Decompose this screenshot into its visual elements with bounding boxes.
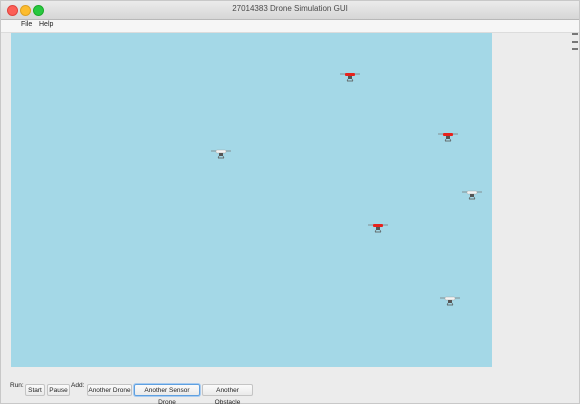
edge-mark (572, 48, 578, 50)
sensor-drone-icon (340, 73, 360, 82)
menu-file[interactable]: File (21, 21, 32, 28)
edge-mark (572, 33, 578, 35)
right-edge-handles (572, 21, 578, 61)
add-label: Add: (71, 382, 85, 389)
edge-mark (572, 41, 578, 43)
menu-bar: File Help (1, 20, 579, 33)
drone-icon (462, 190, 482, 200)
drone-arena-canvas[interactable] (11, 33, 492, 367)
drone-icon (211, 149, 231, 159)
another-obstacle-button[interactable]: Another Obstacle (202, 384, 253, 406)
title-bar: 27014383 Drone Simulation GUI (1, 1, 579, 20)
run-label: Run: (10, 382, 24, 389)
start-button[interactable]: Start (25, 384, 45, 396)
control-toolbar: Run: Start Pause Add: Another Drone Anot… (1, 373, 579, 406)
drone-icon (440, 296, 460, 306)
sensor-drone-icon (438, 133, 458, 142)
another-drone-button[interactable]: Another Drone (87, 384, 132, 396)
menu-help[interactable]: Help (39, 21, 53, 28)
app-window: 27014383 Drone Simulation GUI File Help (0, 0, 580, 406)
window-title: 27014383 Drone Simulation GUI (232, 4, 348, 13)
pause-button[interactable]: Pause (47, 384, 70, 396)
sensor-drone-icon (368, 224, 388, 233)
another-sensor-drone-button[interactable]: Another Sensor Drone (134, 384, 200, 406)
